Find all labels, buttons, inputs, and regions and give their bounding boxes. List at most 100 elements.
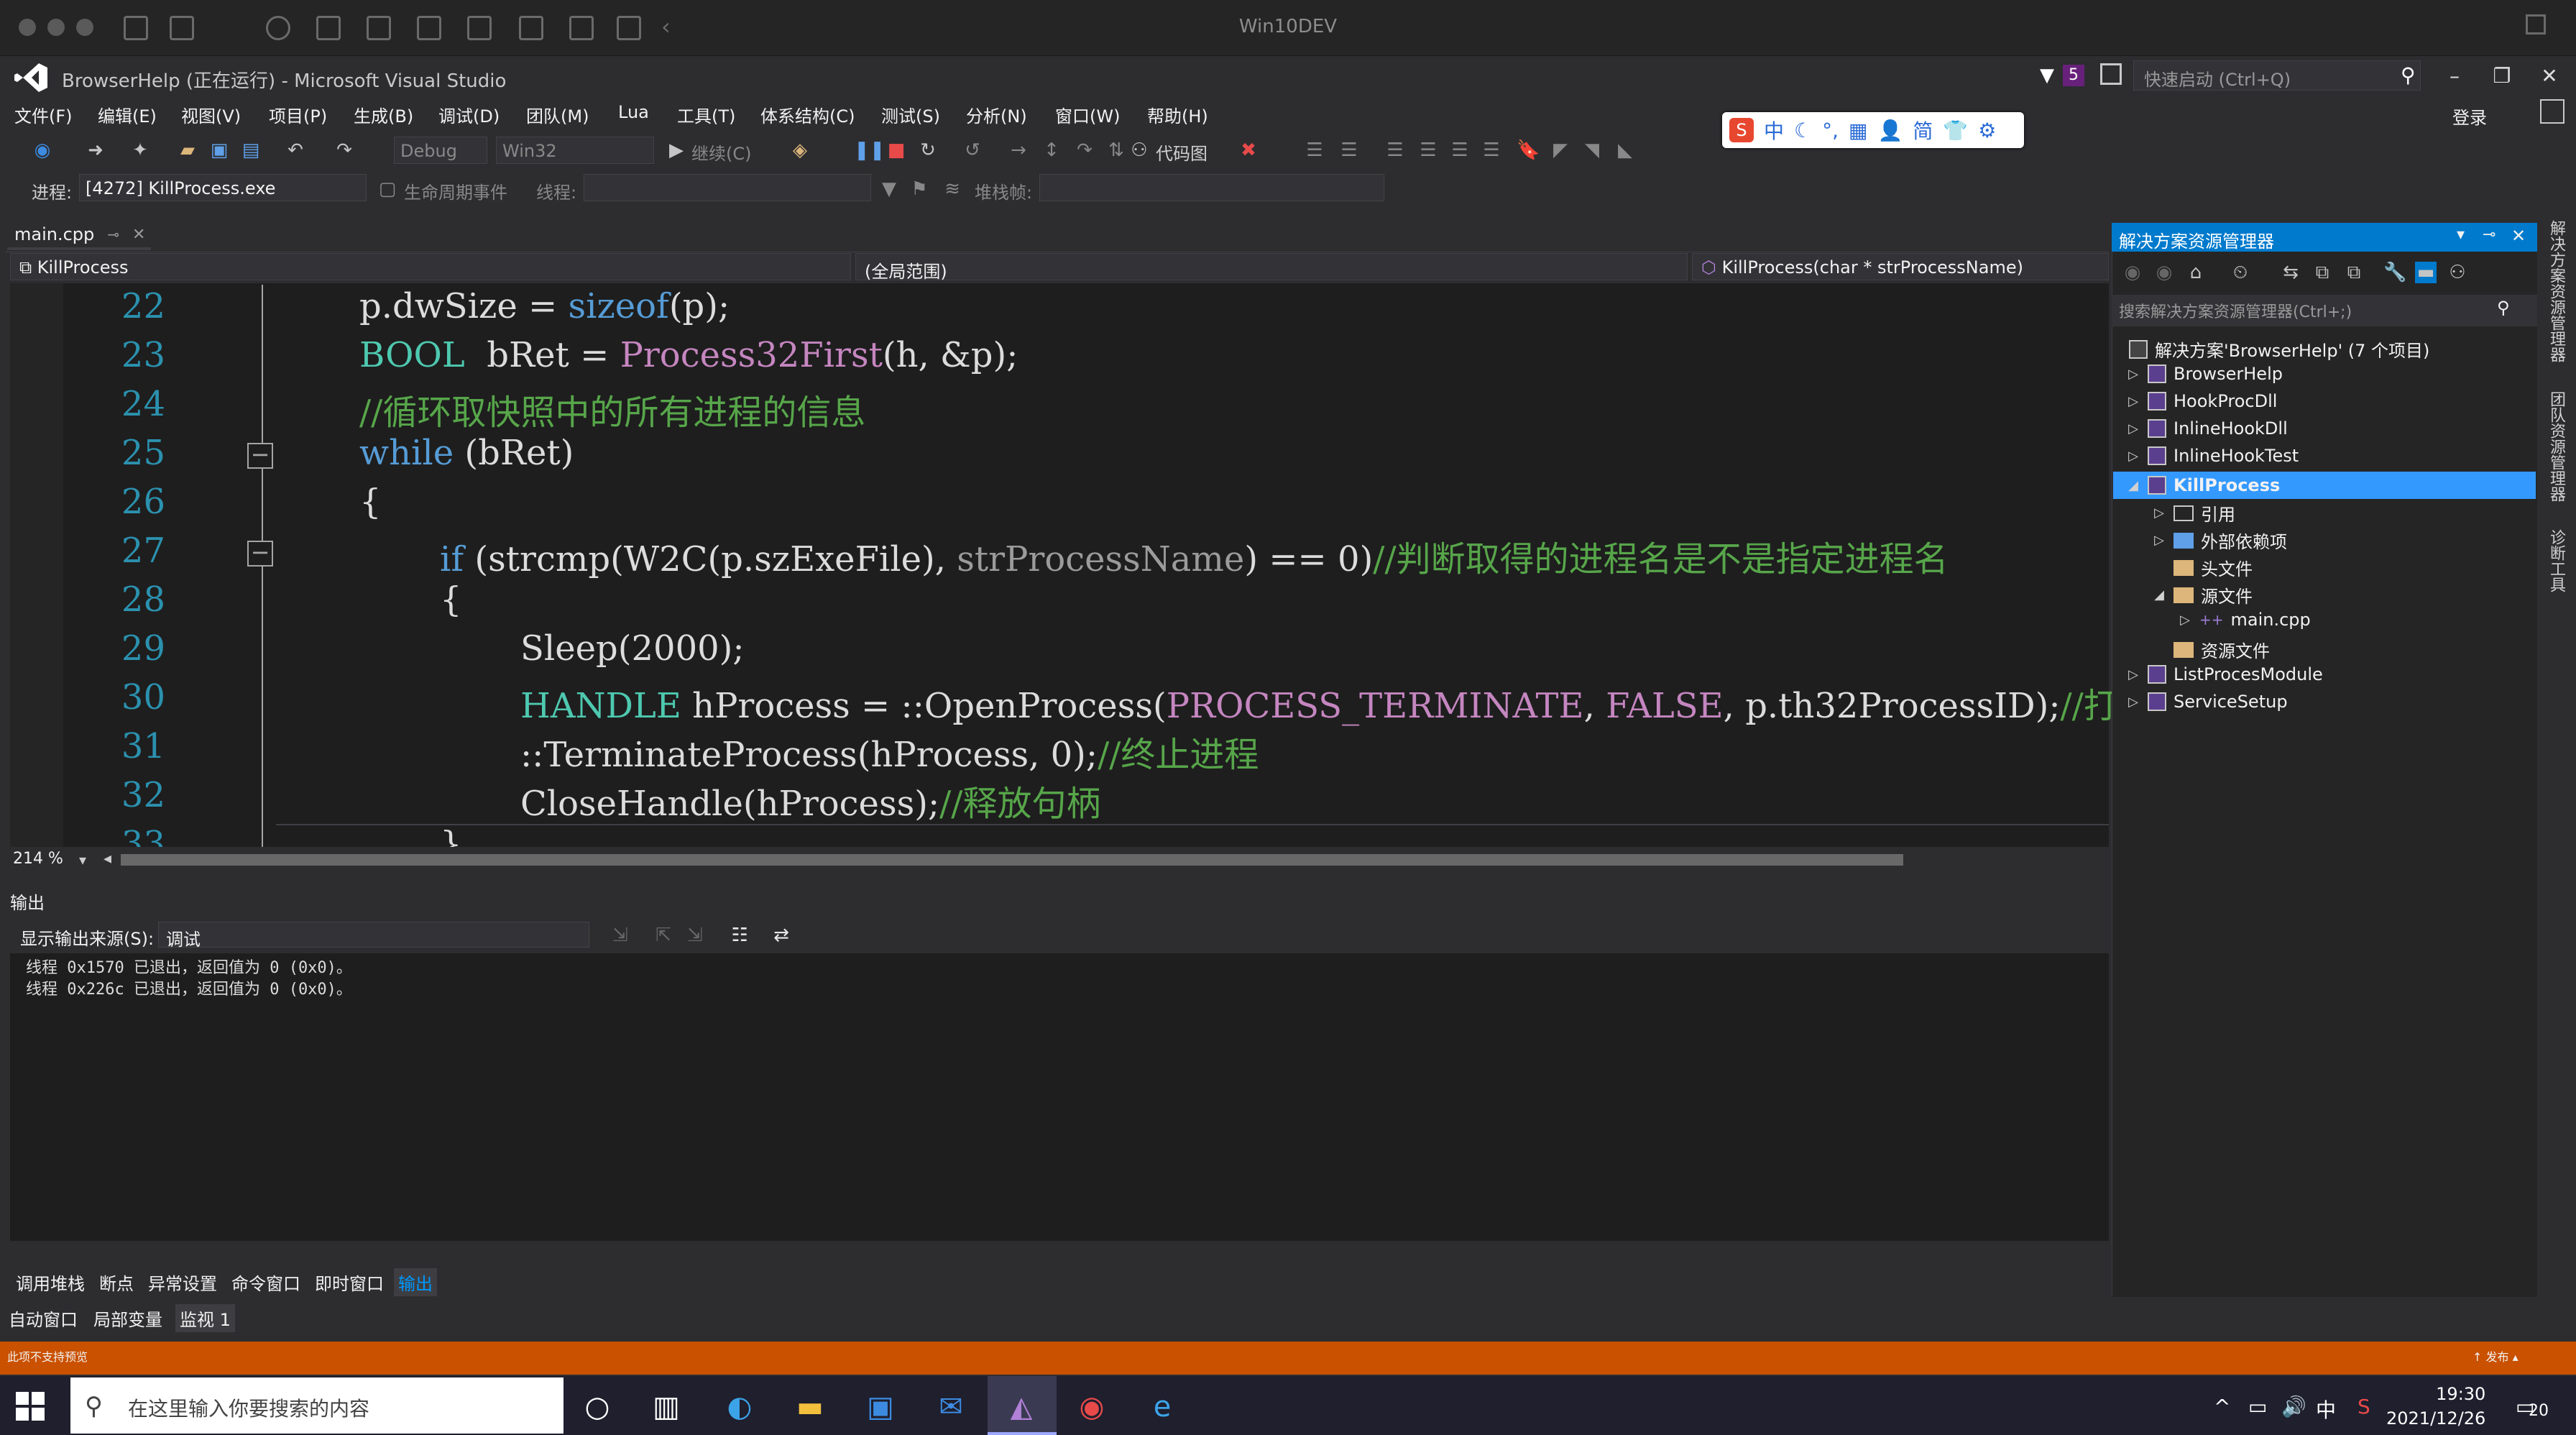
clear-bookmark-icon[interactable]: ◣: [1614, 139, 1636, 161]
sogou-tray-icon[interactable]: S: [2358, 1395, 2370, 1418]
solution-search-input[interactable]: 搜索解决方案资源管理器(Ctrl+;): [2112, 295, 2537, 326]
filter-icon[interactable]: ▼: [2040, 65, 2054, 86]
config-select[interactable]: Debug: [394, 137, 487, 164]
feedback-icon[interactable]: [2100, 63, 2122, 85]
scroll-left-icon[interactable]: ◂: [104, 850, 111, 868]
nav-scope-dropdown[interactable]: (全局范围): [855, 253, 1688, 282]
tree-item-hookprocdll[interactable]: ▷ HookProcDll: [2126, 391, 2277, 411]
nav-function-dropdown[interactable]: ⬡ KillProcess(char * strProcessName): [1692, 253, 2109, 280]
clock[interactable]: 19:30 2021/12/26: [2386, 1382, 2485, 1431]
indicator-margin[interactable]: [10, 283, 63, 847]
tab-output[interactable]: 输出: [394, 1268, 437, 1296]
clear-all-icon[interactable]: ☷: [729, 925, 750, 946]
platform-select[interactable]: Win32: [496, 137, 654, 164]
pin-panel-icon[interactable]: ⊸: [2483, 226, 2496, 244]
process-select[interactable]: [4272] KillProcess.exe: [79, 174, 367, 201]
restart-icon[interactable]: ↻: [917, 139, 939, 161]
close-tab-icon[interactable]: ✕: [132, 226, 145, 244]
visual-studio-icon[interactable]: ◭: [1005, 1390, 1038, 1423]
mail-icon[interactable]: ✉: [934, 1390, 967, 1423]
save-all-icon[interactable]: ▤: [240, 139, 262, 161]
tree-item-servicesetup[interactable]: ▷ ServiceSetup: [2126, 692, 2287, 712]
word-wrap-icon[interactable]: ⇄: [770, 925, 792, 946]
store-icon[interactable]: ▣: [864, 1390, 897, 1423]
ie-icon[interactable]: e: [1146, 1390, 1179, 1423]
redo-icon[interactable]: ↷: [334, 139, 355, 161]
collapse-icon[interactable]: −: [247, 541, 273, 567]
output-hscroll[interactable]: [10, 1241, 2109, 1262]
menu-build[interactable]: 生成(B): [354, 102, 413, 127]
pause-icon[interactable]: ❚❚: [854, 139, 886, 161]
keyboard-icon[interactable]: ▦: [1849, 119, 1867, 142]
step-out-icon[interactable]: ↷: [1074, 139, 1095, 161]
undo-icon[interactable]: ↶: [285, 139, 306, 161]
tree-item-resource-files[interactable]: 资源文件: [2152, 637, 2270, 662]
menu-lua[interactable]: Lua: [618, 102, 649, 122]
align-icon[interactable]: ☰: [1304, 139, 1325, 161]
step-icon[interactable]: ⇅: [1105, 139, 1127, 161]
continue-icon[interactable]: ▶: [666, 139, 687, 161]
tab-exception-settings[interactable]: 异常设置: [144, 1268, 221, 1296]
codemap-button[interactable]: 代码图: [1156, 139, 1208, 165]
sync-icon[interactable]: ⇆: [2280, 262, 2301, 283]
save-icon[interactable]: ▣: [208, 139, 230, 161]
output-source-select[interactable]: 调试: [158, 922, 589, 950]
tray-expand-icon[interactable]: ^: [2214, 1395, 2230, 1418]
volume-icon[interactable]: 🔊: [2281, 1395, 2306, 1418]
moon-icon[interactable]: ☾: [1794, 119, 1812, 142]
format-icon[interactable]: ☰: [1481, 139, 1502, 161]
history-icon[interactable]: ⏲: [2230, 262, 2251, 283]
preview-icon[interactable]: ▬: [2415, 262, 2437, 283]
solution-root[interactable]: 解决方案'BrowserHelp' (7 个项目): [2129, 336, 2429, 362]
fullscreen-icon[interactable]: [2526, 14, 2546, 35]
tree-item-inlinehookdll[interactable]: ▷ InlineHookDll: [2126, 418, 2288, 439]
tab-breakpoints[interactable]: 断点: [95, 1268, 138, 1296]
lifecycle-events[interactable]: 生命周期事件: [404, 178, 507, 203]
properties-icon[interactable]: 🔧: [2383, 262, 2406, 283]
threads-icon[interactable]: ≋: [942, 178, 963, 200]
next-bookmark-icon[interactable]: ◥: [1581, 139, 1603, 161]
taskbar-search-input[interactable]: 在这里输入你要搜索的内容: [70, 1377, 564, 1434]
menu-file[interactable]: 文件(F): [14, 102, 73, 127]
find-message-icon[interactable]: ⇲: [610, 925, 631, 946]
class-view-icon[interactable]: ⚇: [2447, 262, 2468, 283]
side-tab-team-explorer[interactable]: 团队资源管理器: [2544, 391, 2567, 502]
tab-watch-1[interactable]: 监视 1: [175, 1304, 235, 1332]
menu-team[interactable]: 团队(M): [526, 102, 589, 127]
tab-main-cpp[interactable]: main.cpp ⊸ ✕: [7, 221, 153, 247]
side-tab-diagnostic-tools[interactable]: 诊断工具: [2544, 529, 2567, 592]
bookmark-icon[interactable]: 🔖: [1517, 139, 1540, 161]
file-explorer-icon[interactable]: ▬: [794, 1390, 827, 1423]
attach-icon[interactable]: ◈: [789, 139, 811, 161]
tab-autos[interactable]: 自动窗口: [4, 1304, 82, 1332]
collapse-all-icon[interactable]: ⧉: [2312, 262, 2333, 283]
minimize-button[interactable]: –: [2437, 63, 2472, 89]
tab-locals[interactable]: 局部变量: [89, 1304, 167, 1332]
ime-simplified[interactable]: 简: [1913, 116, 1933, 145]
punct-icon[interactable]: °,: [1822, 119, 1839, 142]
home-icon[interactable]: ⌂: [2185, 262, 2207, 283]
tree-item-listprocesmodule[interactable]: ▷ ListProcesModule: [2126, 664, 2323, 684]
nav-back-icon[interactable]: ◉: [32, 139, 53, 161]
tree-item-header-files[interactable]: 头文件: [2152, 555, 2253, 580]
menu-project[interactable]: 项目(P): [269, 102, 327, 127]
prev-bookmark-icon[interactable]: ◤: [1550, 139, 1571, 161]
windows-start-icon[interactable]: [16, 1392, 45, 1421]
tree-item-source-files[interactable]: ◢ 源文件: [2152, 582, 2253, 608]
menu-debug[interactable]: 调试(D): [438, 102, 500, 127]
notification-badge[interactable]: 5: [2063, 65, 2084, 86]
close-panel-icon[interactable]: ✕: [2511, 226, 2526, 246]
collapse-icon[interactable]: −: [247, 443, 273, 469]
horizontal-scrollbar[interactable]: [121, 854, 1903, 866]
menu-edit[interactable]: 编辑(E): [98, 102, 157, 127]
se-back-icon[interactable]: ◉: [2122, 262, 2143, 283]
chrome-icon[interactable]: ◉: [1075, 1390, 1108, 1423]
lifecycle-icon[interactable]: ▢: [377, 178, 398, 200]
dropdown-icon[interactable]: ▾: [2457, 226, 2465, 244]
nav-project-dropdown[interactable]: ⧉ KillProcess: [10, 253, 851, 280]
flag-thread-icon[interactable]: ⚑: [908, 178, 930, 200]
task-view-icon[interactable]: ▥: [650, 1390, 683, 1423]
tree-item-external-deps[interactable]: ▷ 外部依赖项: [2152, 528, 2287, 553]
nav-forward-icon[interactable]: ➜: [85, 139, 106, 161]
show-next-icon[interactable]: ↺: [962, 139, 983, 161]
